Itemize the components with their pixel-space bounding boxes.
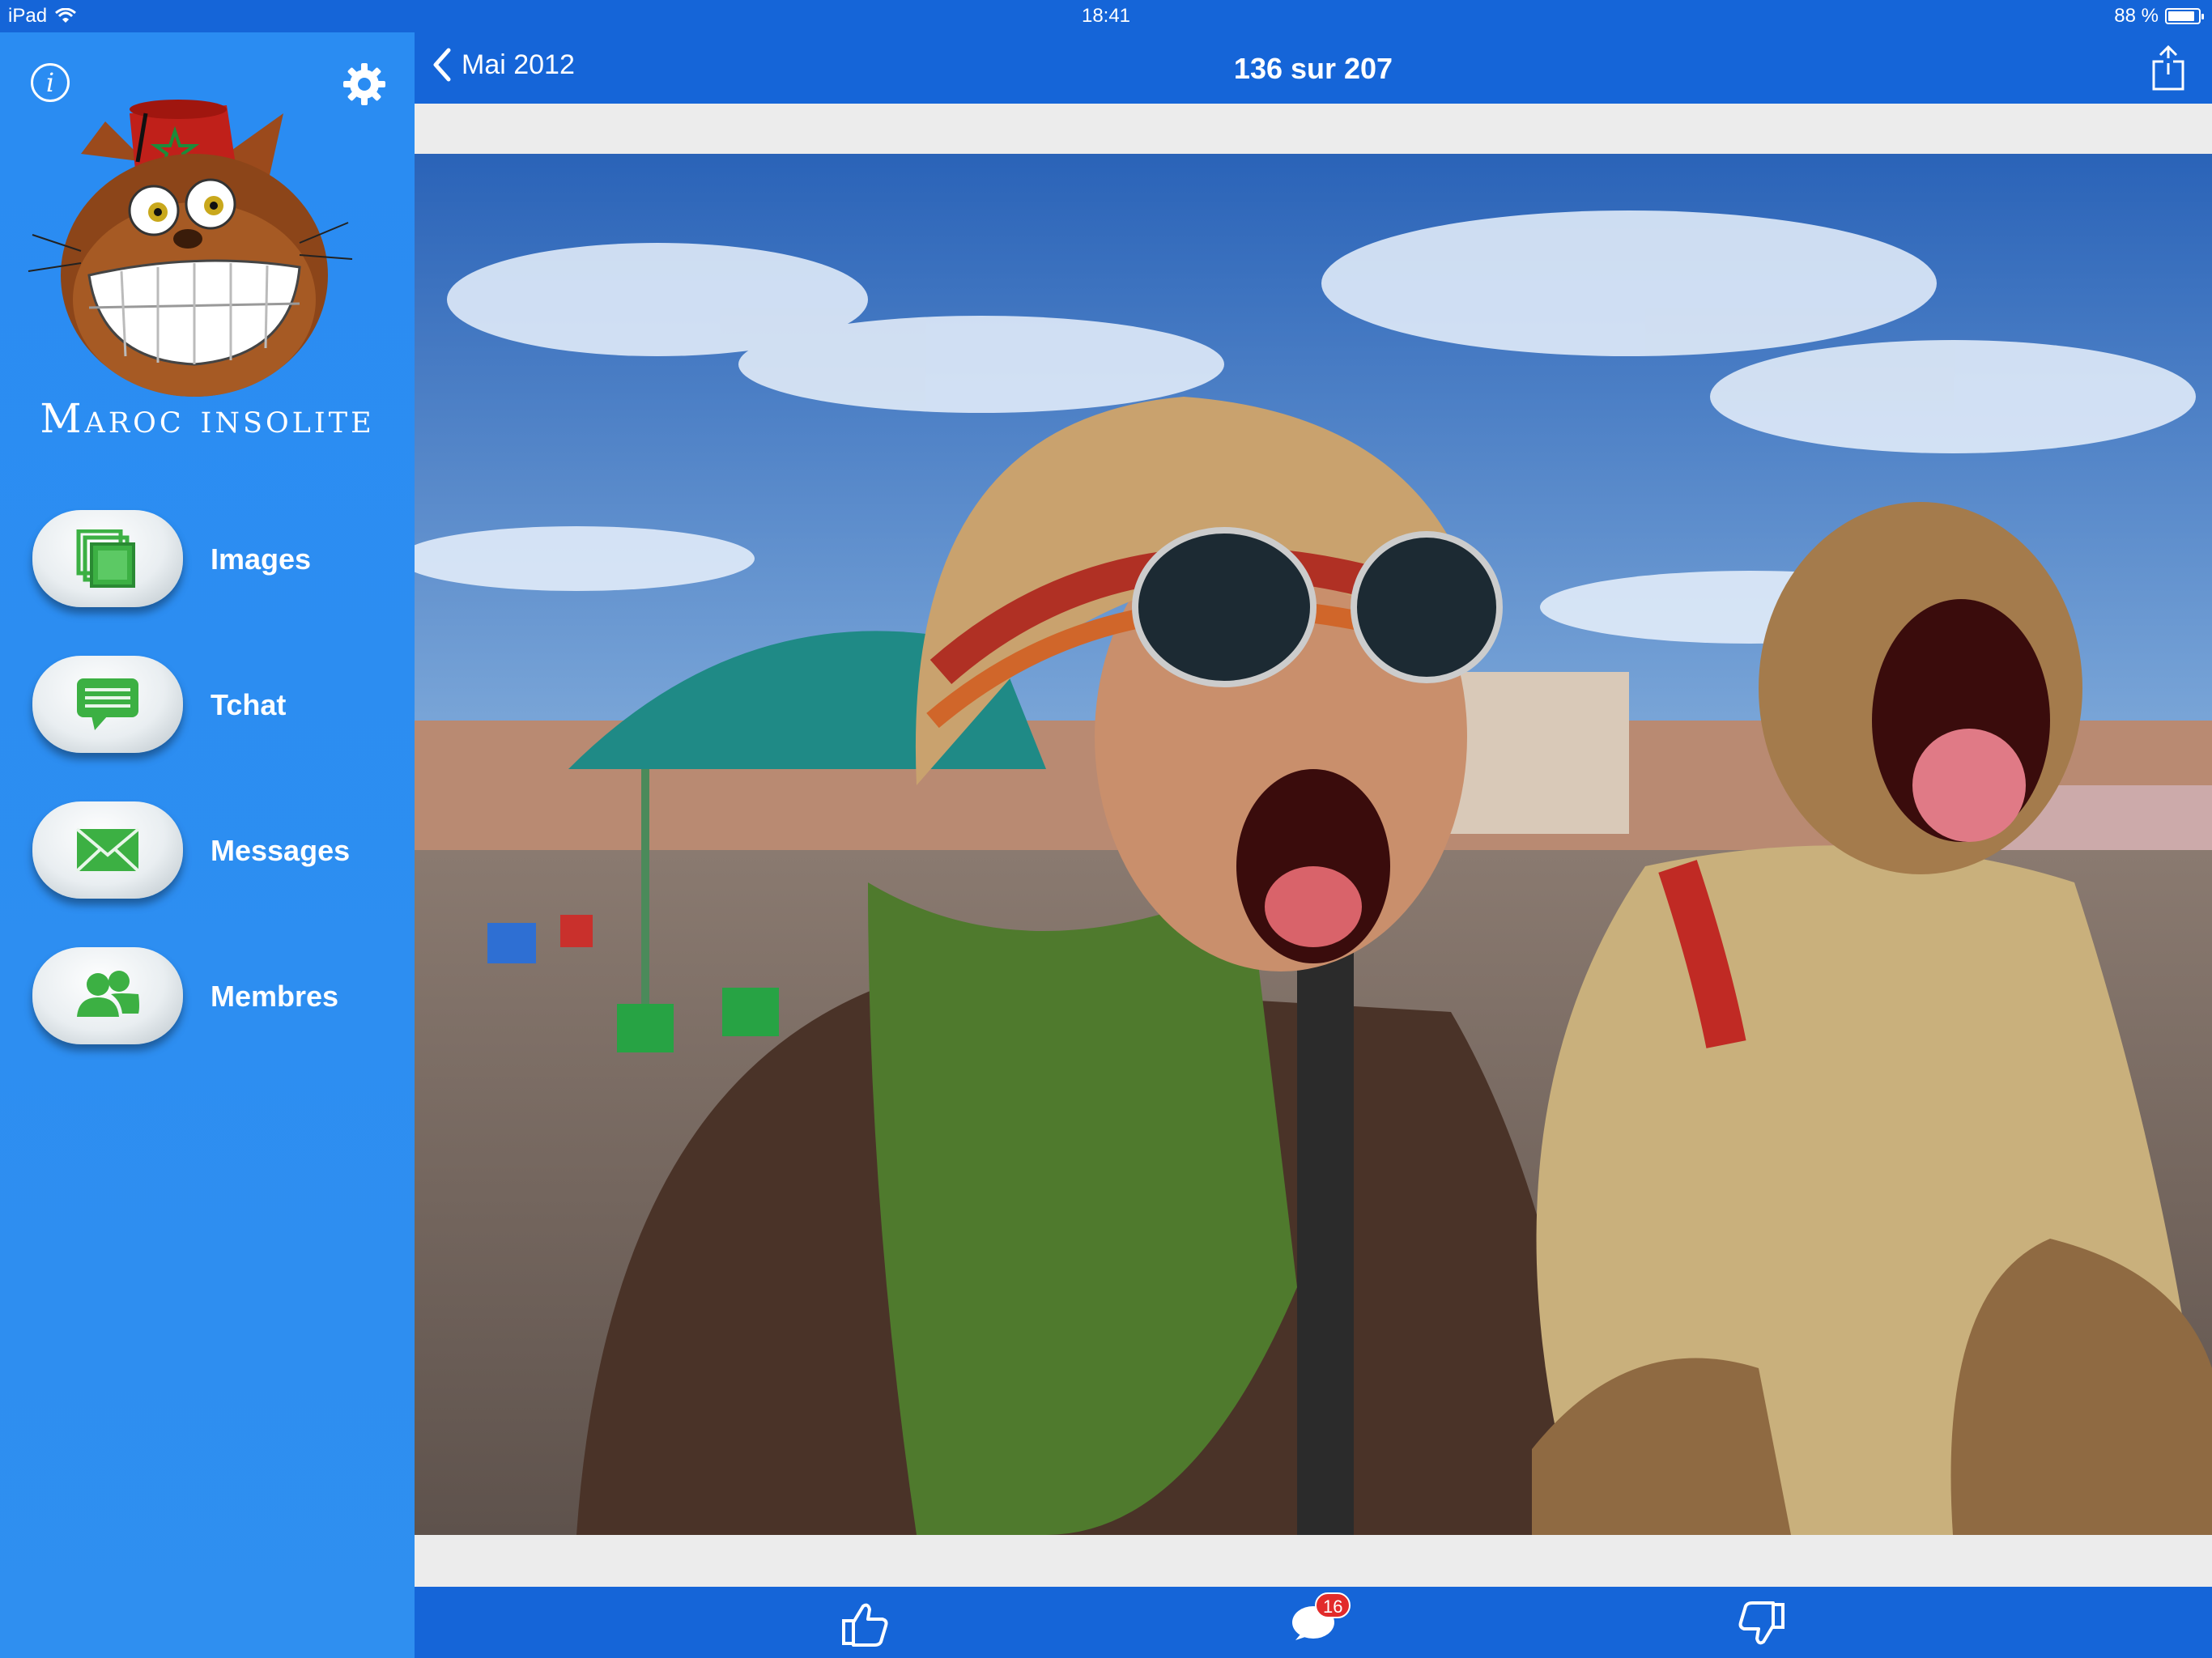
comments-count-badge: 16	[1315, 1592, 1351, 1618]
thumbs-down-icon[interactable]	[1736, 1598, 1788, 1650]
chat-bubble-icon	[77, 678, 138, 730]
cat-mascot-logo	[28, 100, 353, 397]
messages-button[interactable]	[32, 801, 183, 899]
sidebar-item-label: Tchat	[211, 688, 287, 721]
main-photo[interactable]	[415, 154, 2212, 1535]
battery-percent: 88 %	[2114, 5, 2159, 27]
images-icon	[76, 529, 135, 588]
sidebar-menu: Images Tchat Messages Membres	[0, 510, 415, 1093]
bottom-toolbar	[415, 1587, 2212, 1658]
sidebar-item-label: Messages	[211, 834, 351, 867]
status-bar: iPad 18:41 88 %	[0, 0, 2212, 32]
sidebar-item-tchat[interactable]: Tchat	[0, 656, 415, 801]
members-icon	[77, 971, 139, 1017]
share-icon[interactable]	[2149, 44, 2188, 92]
sidebar-item-label: Images	[211, 542, 312, 576]
images-button[interactable]	[32, 510, 183, 607]
top-nav-bar: Mai 2012 136 sur 207	[415, 32, 2212, 104]
tchat-button[interactable]	[32, 656, 183, 753]
battery-icon	[2165, 8, 2204, 24]
sidebar-item-messages[interactable]: Messages	[0, 801, 415, 947]
sidebar-item-membres[interactable]: Membres	[0, 947, 415, 1093]
page-title: 136 sur 207	[1233, 52, 1393, 85]
sidebar-item-label: Membres	[211, 980, 339, 1013]
clock: 18:41	[1081, 5, 1131, 27]
envelope-icon	[75, 827, 140, 873]
thumbs-up-icon[interactable]	[839, 1598, 891, 1650]
info-button[interactable]: i	[31, 63, 70, 102]
gear-icon[interactable]	[340, 60, 389, 108]
photo-illustration	[415, 154, 2212, 1535]
membres-button[interactable]	[32, 947, 183, 1044]
photo-margin	[415, 104, 2212, 154]
sidebar-item-images[interactable]: Images	[0, 510, 415, 656]
app-brand: Maroc insolite	[40, 395, 375, 442]
sidebar: i Maroc insolite Images Tchat Messages M…	[0, 32, 415, 1658]
